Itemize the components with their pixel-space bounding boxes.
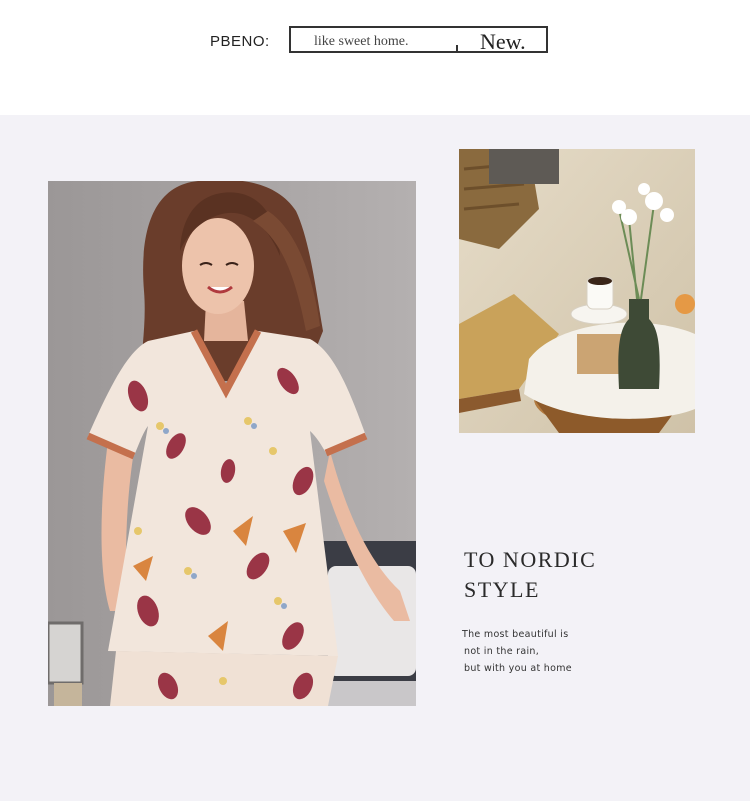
headline-line-2: STYLE	[464, 577, 540, 602]
page-header: PBENO: like sweet home. New.	[0, 0, 750, 115]
caption-line-2: not in the rain,	[464, 646, 540, 657]
caption-line-1: The most beautiful is	[462, 629, 569, 640]
tagline-box: like sweet home. New.	[289, 26, 548, 54]
tagline-divider	[456, 45, 458, 53]
still-life-photo	[459, 149, 695, 433]
brand-name: PBENO:	[210, 33, 270, 50]
headline-line-1: TO NORDIC	[464, 547, 597, 572]
model-photo	[48, 181, 416, 706]
feature-caption: The most beautiful is not in the rain, b…	[462, 626, 572, 677]
feature-headline: TO NORDIC STYLE	[464, 545, 596, 605]
caption-line-3: but with you at home	[464, 663, 572, 674]
tagline-text: like sweet home.	[314, 34, 409, 49]
tagline-new: New.	[480, 29, 526, 54]
